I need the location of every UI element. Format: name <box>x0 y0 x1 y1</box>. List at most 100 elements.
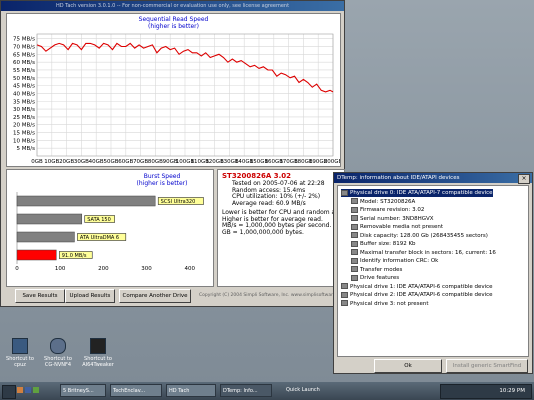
sequential-read-chart: Sequential Read Speed (higher is better)… <box>6 13 341 167</box>
tree-item-drive[interactable]: Physical drive 0: IDE ATA/ATAPI-7 compat… <box>341 189 493 197</box>
bar-x-tick: 100 <box>55 266 66 272</box>
y-tick-label: 50 MB/s <box>13 76 35 82</box>
x-tick-label: 80GB <box>148 159 163 165</box>
burst-bar <box>16 249 57 261</box>
x-tick-label: 70GB <box>133 159 148 165</box>
info-icon <box>351 223 358 230</box>
y-tick-label: 45 MB/s <box>13 84 35 90</box>
desktop-icon-label: Shortcut to AI64Tweaker <box>82 356 114 368</box>
y-tick-label: 40 MB/s <box>13 91 35 97</box>
taskbar-button[interactable]: DTemp: Info... <box>220 384 272 397</box>
tree-item-label: Buffer size: 8192 Kb <box>360 241 416 247</box>
x-tick-label: 30GB <box>74 159 89 165</box>
bar-x-tick: 0 <box>15 266 19 272</box>
info-icon <box>351 198 358 204</box>
x-tick-label: 50GB <box>103 159 118 165</box>
ok-button[interactable]: Ok <box>374 359 442 373</box>
start-icon[interactable] <box>2 385 16 399</box>
install-smartfind-button[interactable]: Install generic SmartFind <box>446 359 528 373</box>
desktop-icon-cg-nvnf4[interactable]: Shortcut to CG-NVNF4 <box>42 338 74 368</box>
desktop-icon-cpuz[interactable]: Shortcut to cpuz <box>4 338 36 368</box>
nvnf4-icon <box>50 338 66 354</box>
tree-item-drive[interactable]: Physical drive 1: IDE ATA/ATAPI-6 compat… <box>341 283 493 291</box>
tree-item-property[interactable]: Maximal transfer block in sectors: 16, c… <box>351 249 496 257</box>
tree-item-label: Physical drive 2: IDE ATA/ATAPI-6 compat… <box>350 292 493 298</box>
y-tick-label: 35 MB/s <box>13 99 35 105</box>
hdtach-window: HD Tach version 3.0.1.0 -- For non-comme… <box>0 0 354 307</box>
bar-label: ATA UltraDMA 6 <box>80 235 119 241</box>
tree-item-property[interactable]: Disk capacity: 128.00 Gb (268435455 sect… <box>351 232 488 240</box>
ai64tweaker-icon <box>90 338 106 354</box>
info-icon <box>351 274 358 281</box>
tree-item-property[interactable]: Serial number: 3ND8HGVX <box>351 215 434 223</box>
close-icon[interactable]: × <box>518 174 530 184</box>
y-tick-label: 10 MB/s <box>13 138 35 144</box>
dtemp-title-bar: DTemp: information about IDE/ATAPI devic… <box>334 173 532 183</box>
hdtach-title-bar: HD Tach version 3.0.1.0 -- For non-comme… <box>1 1 344 11</box>
cpuz-icon <box>12 338 28 354</box>
quicklaunch-icon[interactable] <box>25 387 31 393</box>
taskbar-button[interactable]: 5 BritneyS... <box>60 384 106 397</box>
x-tick-label: 20GB <box>59 159 74 165</box>
tree-item-property[interactable]: Transfer modes <box>351 266 402 274</box>
desktop-icon-ai64tweaker[interactable]: Shortcut to AI64Tweaker <box>82 338 114 368</box>
quick-launch-label: Quick Launch <box>286 387 320 393</box>
save-results-button[interactable]: Save Results <box>15 289 65 303</box>
tree-item-property[interactable]: Model: ST3200826A <box>351 198 415 206</box>
drive-icon <box>341 300 348 306</box>
burst-bar <box>16 213 83 225</box>
taskbar-button[interactable]: HD Tach <box>166 384 216 397</box>
tree-item-property[interactable]: Removable media not present <box>351 223 443 231</box>
tree-item-label: Physical drive 1: IDE ATA/ATAPI-6 compat… <box>350 283 493 290</box>
info-icon <box>351 240 358 247</box>
device-tree: Physical drive 0: IDE ATA/ATAPI-7 compat… <box>337 185 529 357</box>
bar-label: SCSI Ultra320 <box>161 199 196 205</box>
y-tick-label: 65 MB/s <box>13 52 35 58</box>
y-tick-label: 60 MB/s <box>13 60 35 66</box>
y-tick-label: 70 MB/s <box>13 45 35 51</box>
tree-item-label: Physical drive 0: IDE ATA/ATAPI-7 compat… <box>350 190 493 196</box>
tree-item-label: Physical drive 3: not present <box>350 300 429 307</box>
compare-drive-button[interactable]: Compare Another Drive <box>119 289 191 303</box>
y-tick-label: 5 MB/s <box>17 146 36 152</box>
tree-item-label: Model: ST3200826A <box>360 198 416 205</box>
tree-item-property[interactable]: Firmware revision: 3.02 <box>351 206 424 214</box>
x-tick-label: 10GB <box>44 159 59 165</box>
x-tick-label: 60GB <box>118 159 133 165</box>
quicklaunch-icon[interactable] <box>33 387 39 393</box>
tree-item-drive[interactable]: Physical drive 3: not present <box>341 300 429 308</box>
tree-item-label: Serial number: 3ND8HGVX <box>360 215 434 222</box>
upload-results-button[interactable]: Upload Results <box>65 289 115 303</box>
y-tick-label: 25 MB/s <box>13 115 35 121</box>
info-icon <box>351 215 358 221</box>
info-icon <box>351 206 358 213</box>
y-tick-label: 20 MB/s <box>13 123 35 129</box>
burst-speed-panel: Burst Speed (higher is better) SCSI Ultr… <box>6 169 214 287</box>
drive-icon <box>341 189 348 196</box>
y-tick-label: 75 MB/s <box>13 37 35 43</box>
tree-item-drive[interactable]: Physical drive 2: IDE ATA/ATAPI-6 compat… <box>341 291 493 299</box>
tree-item-property[interactable]: Identify information CRC: Ok <box>351 257 438 265</box>
bar-label: SATA 150 <box>87 217 111 223</box>
tree-item-property[interactable]: Drive features <box>351 274 399 282</box>
quicklaunch-icon[interactable] <box>17 387 23 393</box>
y-tick-label: 55 MB/s <box>13 68 35 74</box>
taskbar: 5 BritneyS... TechEnclav... HD Tach DTem… <box>0 382 534 400</box>
system-tray: 10:29 PM <box>440 384 532 399</box>
tree-item-label: Identify information CRC: Ok <box>360 258 439 264</box>
burst-bar <box>16 231 75 243</box>
drive-name: ST3200826A 3.02 <box>222 172 292 180</box>
info-lines: Tested on 2005-07-06 at 22:28 Random acc… <box>232 180 325 207</box>
tree-item-property[interactable]: Buffer size: 8192 Kb <box>351 240 416 248</box>
taskbar-button[interactable]: TechEnclav... <box>110 384 162 397</box>
x-tick-label: 200GB <box>324 159 340 165</box>
clock: 10:29 PM <box>499 388 525 394</box>
x-tick-label: 0GB <box>31 159 43 165</box>
tree-item-label: Drive features <box>360 275 400 281</box>
tree-item-label: Transfer modes <box>360 266 403 273</box>
desktop-icon-label: Shortcut to cpuz <box>6 356 34 368</box>
burst-bar <box>16 195 156 207</box>
line-chart-svg: 75 MB/s 70 MB/s65 MB/s 60 MB/s 55 MB/s 50 MB… <box>13 33 340 165</box>
desktop-icon-label: Shortcut to CG-NVNF4 <box>44 356 72 368</box>
y-tick-label: 15 MB/s <box>13 131 35 137</box>
